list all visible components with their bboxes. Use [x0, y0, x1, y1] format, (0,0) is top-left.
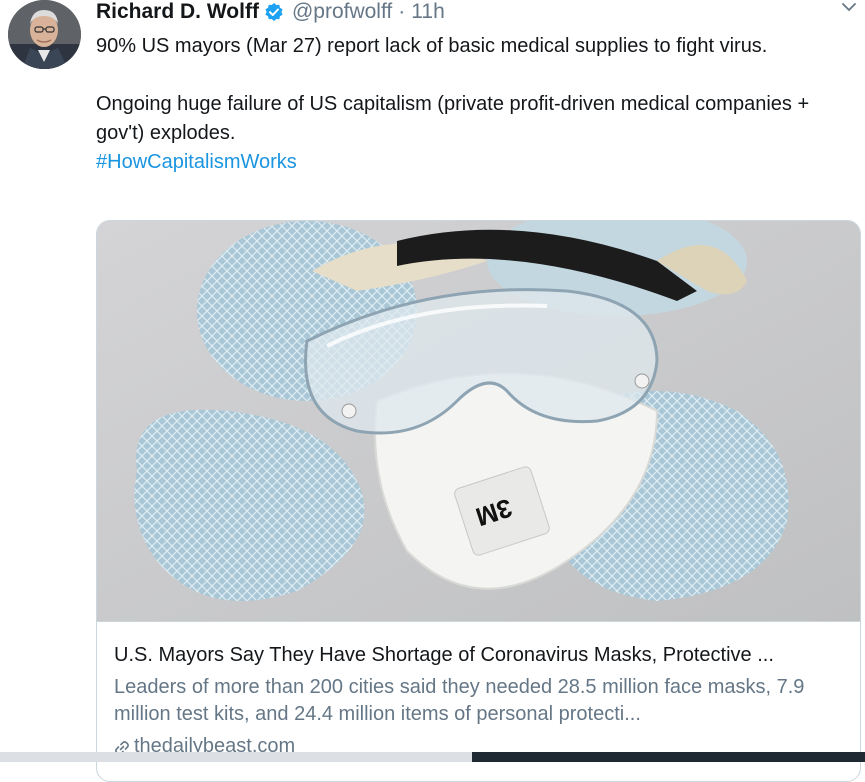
link-preview-card[interactable]: 3M U.S. Mayors Say They Have Shortage of…: [96, 220, 861, 782]
separator-dot: ·: [398, 0, 406, 23]
verified-badge-icon: [264, 2, 284, 22]
card-body: U.S. Mayors Say They Have Shortage of Co…: [97, 621, 860, 757]
avatar[interactable]: [8, 0, 81, 69]
author-name[interactable]: Richard D. Wolff: [96, 0, 259, 24]
window-bottom-edge: [0, 752, 865, 762]
tweet-paragraph-2: Ongoing huge failure of US capitalism (p…: [96, 93, 810, 144]
hashtag-link[interactable]: #HowCapitalismWorks: [96, 151, 297, 173]
card-title[interactable]: U.S. Mayors Say They Have Shortage of Co…: [114, 642, 844, 668]
card-description: Leaders of more than 200 cities said the…: [114, 676, 805, 725]
card-image: 3M: [97, 221, 860, 621]
avatar-photo: [8, 0, 81, 69]
tweet-paragraph-1: 90% US mayors (Mar 27) report lack of ba…: [96, 35, 768, 57]
tweet-timestamp[interactable]: 11h: [411, 0, 444, 24]
tweet-text: 90% US mayors (Mar 27) report lack of ba…: [96, 32, 836, 177]
chevron-down-icon[interactable]: [841, 0, 857, 12]
author-handle[interactable]: @profwolff: [292, 0, 392, 24]
tweet-header: Richard D. Wolff @profwolff · 11h: [96, 0, 445, 24]
